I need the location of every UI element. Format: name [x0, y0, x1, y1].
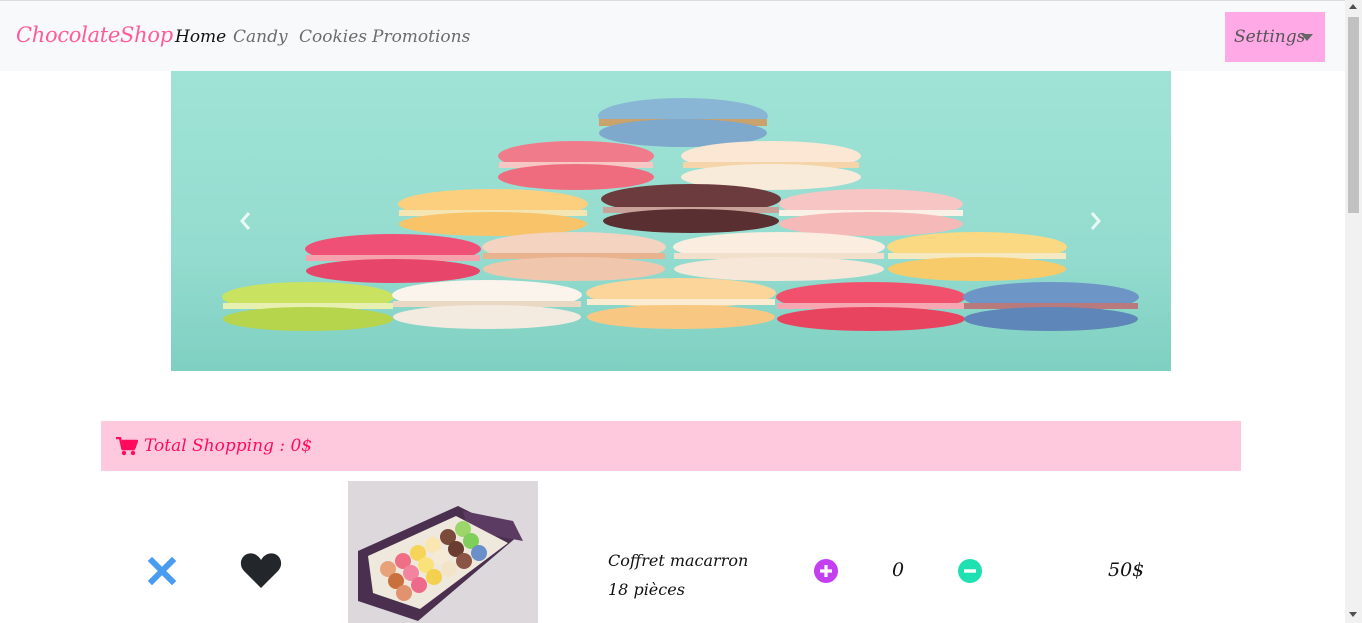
heart-icon[interactable]: [240, 552, 282, 593]
product-name: Coffret macarron 18 pièces: [608, 546, 748, 604]
macaron-pyramid-image: [222, 98, 1139, 331]
product-name-line1: Coffret macarron: [608, 551, 749, 570]
scroll-up-arrow-icon[interactable]: [1349, 4, 1357, 9]
total-shopping-label: Total Shopping : 0$: [144, 436, 313, 456]
chevron-right-icon[interactable]: [1088, 208, 1104, 234]
nav-link-home[interactable]: Home: [175, 27, 226, 47]
scroll-thumb[interactable]: [1348, 17, 1359, 213]
plus-circle-icon[interactable]: [814, 559, 838, 587]
close-icon[interactable]: [147, 556, 177, 589]
minus-circle-icon[interactable]: [958, 559, 982, 587]
hero-carousel: [171, 71, 1171, 371]
nav-link-promotions[interactable]: Promotions: [372, 27, 470, 47]
nav-link-cookies[interactable]: Cookies: [299, 27, 367, 47]
product-image-macaron-box[interactable]: [348, 481, 538, 623]
product-name-line2: 18 pièces: [608, 580, 685, 599]
navbar: ChocolateShop Home Candy Cookies Promoti…: [0, 0, 1345, 71]
product-price: 50$: [1108, 559, 1145, 581]
total-shopping-bar: Total Shopping : 0$: [101, 421, 1241, 471]
page-scrollbar[interactable]: [1345, 0, 1362, 623]
chevron-left-icon[interactable]: [237, 208, 253, 234]
brand-logo[interactable]: ChocolateShop: [16, 23, 173, 47]
caret-down-icon: [1301, 34, 1313, 41]
scroll-down-arrow-icon[interactable]: [1349, 612, 1357, 617]
shopping-cart-icon: [116, 436, 138, 455]
nav-link-candy[interactable]: Candy: [233, 27, 288, 47]
settings-dropdown[interactable]: Settings: [1225, 12, 1325, 62]
settings-label: Settings: [1234, 27, 1306, 47]
quantity-value: 0: [892, 559, 905, 581]
